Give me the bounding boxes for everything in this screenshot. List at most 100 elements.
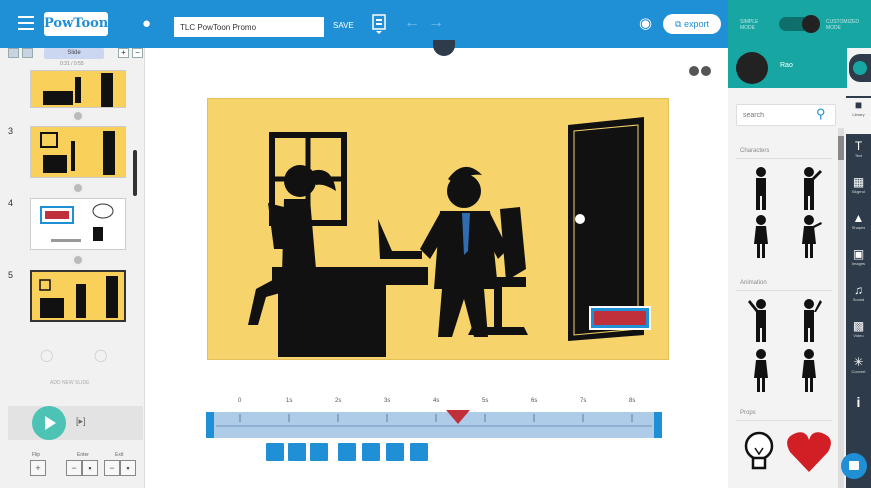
undo-icon[interactable]: ←	[404, 14, 420, 32]
play-from-slide-button[interactable]: [▸]	[76, 416, 102, 432]
lightbulb-prop[interactable]	[742, 430, 776, 478]
simple-mode-label[interactable]: SIMPLE MODE	[740, 19, 770, 31]
slide-number: 5	[8, 270, 14, 280]
add-transition-icon[interactable]	[72, 110, 84, 122]
tool-chair-icon[interactable]	[288, 443, 306, 461]
remove-icon[interactable]: −	[132, 48, 143, 58]
eye-icon[interactable]: ◉	[639, 14, 652, 32]
tick-label: 0	[238, 398, 242, 404]
slide-thumbnail-selected[interactable]	[30, 270, 126, 322]
app-logo[interactable]: PowToon	[44, 12, 108, 36]
export-icon: ⧉	[675, 19, 682, 29]
tick-label: 6s	[531, 398, 538, 404]
sidebar-item-images[interactable]: ▣ Images	[846, 248, 871, 267]
section-props: Props	[740, 410, 756, 416]
bell-icon[interactable]: ●	[142, 15, 151, 32]
tick-label: 5s	[482, 398, 489, 404]
sidebar-item-shapes[interactable]: ▲ Shapes	[846, 211, 871, 231]
character-item[interactable]	[796, 166, 822, 212]
zoom-out-icon[interactable]	[689, 66, 699, 76]
sidebar-item-library[interactable]: ■ Library	[846, 98, 871, 134]
info-icon[interactable]: i	[846, 394, 871, 410]
enter-label: Enter	[77, 452, 89, 458]
export-button[interactable]: ⧉ export	[663, 14, 721, 34]
slide-tab[interactable]: Slide	[44, 48, 104, 59]
enter-effect-button[interactable]: ▪	[82, 460, 98, 476]
timecode: 0:31 / 0:55	[60, 61, 84, 67]
tool-man-icon[interactable]	[386, 443, 404, 461]
sidebar-label: Bkgrnd	[852, 189, 865, 194]
character-item[interactable]	[748, 166, 774, 212]
library-scrollbar[interactable]	[838, 128, 844, 488]
timeline-track[interactable]	[206, 412, 662, 438]
list-view-icon[interactable]	[22, 48, 33, 58]
sidebar-label: Images	[851, 261, 866, 266]
exit-minus-button[interactable]: −	[104, 460, 120, 476]
sidebar-item-convert[interactable]: ✳ Convert	[846, 356, 871, 375]
tool-window-icon[interactable]	[362, 443, 380, 461]
section-animation: Animation	[740, 280, 767, 286]
slides-scrollbar[interactable]	[133, 150, 137, 196]
sidebar-item-text[interactable]: T Text	[846, 140, 871, 159]
add-transition-icon[interactable]	[72, 182, 84, 194]
animation-item[interactable]	[796, 348, 822, 394]
add-transition-icon[interactable]	[72, 254, 84, 266]
slide-thumbnail[interactable]	[30, 198, 126, 250]
stage-scene	[248, 117, 651, 357]
save-button[interactable]: SAVE	[333, 21, 354, 30]
search-icon[interactable]: ⚲	[816, 106, 826, 122]
blank-slide-icon[interactable]: ◯	[40, 348, 54, 362]
shapes-icon: ▲	[852, 211, 865, 225]
slide-thumbnail[interactable]	[30, 70, 126, 108]
menu-icon[interactable]	[18, 16, 34, 30]
tool-laptop-icon[interactable]	[310, 443, 328, 461]
document-icon[interactable]	[372, 14, 386, 34]
cube-icon: ■	[854, 98, 863, 112]
tick-label: 4s	[433, 398, 440, 404]
slide-thumbnail[interactable]	[30, 126, 126, 178]
sidebar-item-background[interactable]: ▦ Bkgrnd	[846, 176, 871, 195]
enter-minus-button[interactable]: −	[66, 460, 82, 476]
sidebar-item-video[interactable]: ▩ Video	[846, 320, 871, 339]
tool-desk-icon[interactable]	[266, 443, 284, 461]
animation-item[interactable]	[796, 298, 822, 344]
tick-label: 3s	[384, 398, 391, 404]
tick-label: 1s	[286, 398, 293, 404]
exit-label: Exit	[115, 452, 124, 458]
grid-view-icon[interactable]	[8, 48, 19, 58]
play-button[interactable]	[32, 406, 66, 440]
template-slide-icon[interactable]: ◯	[94, 348, 108, 362]
add-icon[interactable]: +	[118, 48, 129, 58]
slide-number: 4	[8, 198, 14, 208]
divider	[736, 420, 832, 421]
laptop	[378, 219, 422, 259]
sidebar-item-sound[interactable]: ♫ Sound	[846, 284, 871, 303]
zoom-in-icon[interactable]	[701, 66, 711, 76]
tick-label: 7s	[580, 398, 587, 404]
section-characters: Characters	[740, 148, 770, 154]
animation-item[interactable]	[748, 348, 774, 394]
flip-button[interactable]: +	[30, 460, 46, 476]
chat-icon[interactable]	[841, 453, 867, 479]
slide-number: 3	[8, 126, 14, 136]
add-slide-label[interactable]: ADD NEW SLIDE	[50, 380, 89, 386]
mode-toggle[interactable]	[779, 15, 820, 33]
animation-item[interactable]	[748, 298, 774, 344]
tool-door-icon[interactable]	[338, 443, 356, 461]
redo-icon[interactable]: →	[428, 14, 444, 32]
character-avatar[interactable]	[736, 52, 768, 84]
customized-mode-label[interactable]: CUSTOMIZED MODE	[826, 19, 862, 31]
presentation-title-input[interactable]	[174, 17, 324, 37]
sidebar-label: Shapes	[851, 225, 866, 230]
sidebar-label: Sound	[852, 297, 865, 302]
tool-woman-icon[interactable]	[410, 443, 428, 461]
exit-effect-button[interactable]: ▪	[120, 460, 136, 476]
character-dropdown[interactable]	[849, 54, 871, 82]
timeline-playhead[interactable]	[446, 410, 470, 424]
character-item[interactable]	[796, 214, 822, 260]
slide-stage[interactable]	[207, 98, 669, 360]
heart-prop[interactable]	[786, 430, 832, 474]
library-scroll-thumb[interactable]	[838, 136, 844, 160]
flip-label: Flip	[32, 452, 41, 458]
character-item[interactable]	[748, 214, 774, 260]
